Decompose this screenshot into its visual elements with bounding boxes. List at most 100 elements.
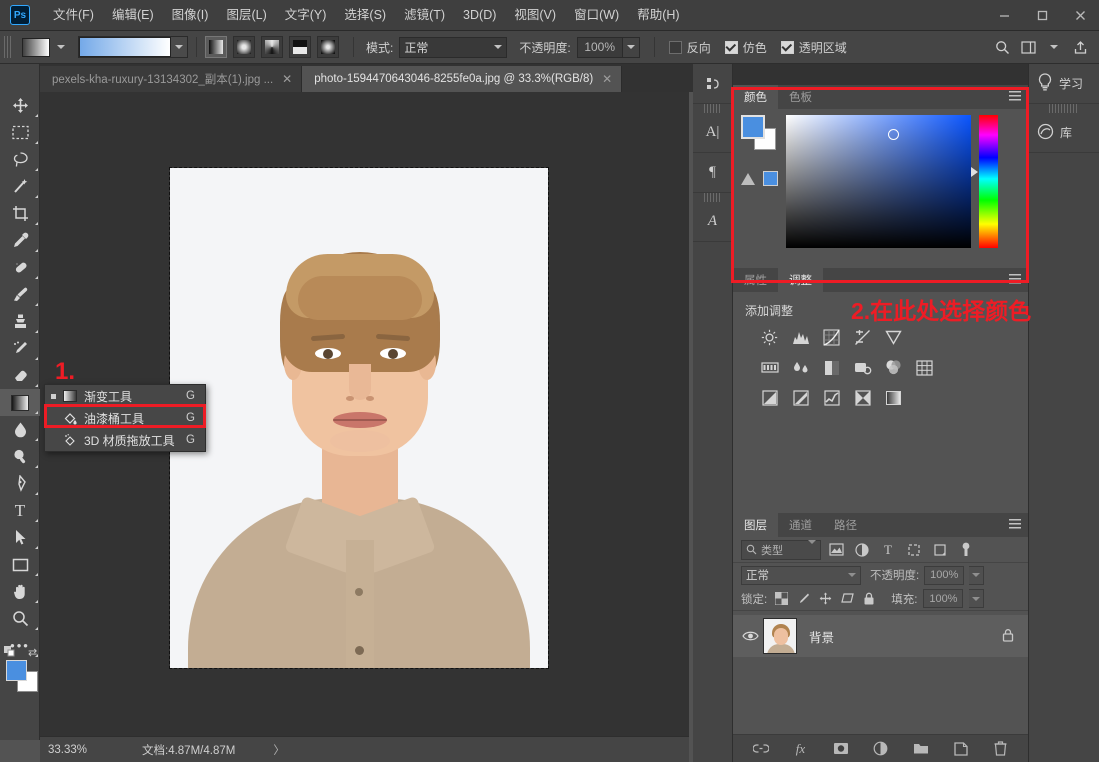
layer-visibility-icon[interactable] [737,630,763,642]
layer-thumbnail[interactable] [763,618,797,654]
dock-item-libraries[interactable]: 库 [1029,113,1099,153]
blur-tool[interactable] [0,416,40,443]
gradient-preview-picker[interactable] [78,36,188,58]
menu-filter[interactable]: 滤镜(T) [395,0,454,31]
exposure-icon[interactable] [852,327,873,348]
history-icon[interactable] [693,64,732,104]
menu-select[interactable]: 选择(S) [335,0,395,31]
current-color-preview[interactable] [763,171,778,186]
chevron-down-icon[interactable] [1041,35,1067,59]
lasso-tool[interactable] [0,146,40,173]
adjustment-icon[interactable] [872,740,890,758]
filter-shape-icon[interactable] [903,540,925,560]
flyout-item-3d-material-drop-tool[interactable]: 3D 材质拖放工具 G [45,429,205,451]
reverse-checkbox-group[interactable]: 反向 [669,39,711,56]
fx-icon[interactable]: fx [792,740,810,758]
delete-icon[interactable] [992,740,1010,758]
new-layer-icon[interactable] [952,740,970,758]
paragraph-icon[interactable]: ¶ [693,153,732,193]
color-balance-icon[interactable] [790,357,811,378]
dodge-tool[interactable] [0,443,40,470]
gradient-tool[interactable] [0,389,40,416]
gradient-tool-preset[interactable] [22,38,72,57]
black-white-icon[interactable] [821,357,842,378]
hand-tool[interactable] [0,578,40,605]
clone-stamp-tool[interactable] [0,308,40,335]
glyphs-icon[interactable]: A [693,202,732,242]
move-tool[interactable] [0,92,40,119]
crop-tool[interactable] [0,200,40,227]
zoom-tool[interactable] [0,605,40,632]
tab-swatches[interactable]: 色板 [778,85,823,109]
layer-opacity-value[interactable]: 100% [924,566,964,585]
close-button[interactable] [1061,0,1099,31]
eyedropper-tool[interactable] [0,227,40,254]
dock-grip[interactable] [704,104,721,113]
levels-icon[interactable] [790,327,811,348]
hue-slider[interactable] [979,115,998,248]
color-swatches[interactable]: ⇄ [6,660,36,690]
magic-wand-tool[interactable] [0,173,40,200]
workspace-icon[interactable] [1015,35,1041,59]
dock-item-learn[interactable]: 学习 [1029,64,1099,104]
hue-slider-handle[interactable] [971,167,978,177]
lock-all-icon[interactable] [861,591,877,607]
menu-help[interactable]: 帮助(H) [628,0,688,31]
search-icon[interactable] [989,35,1015,59]
tab-paths[interactable]: 路径 [823,513,868,537]
tab-adjustments[interactable]: 调整 [778,268,823,292]
brush-tool[interactable] [0,281,40,308]
document-tab-2[interactable]: photo-1594470643046-8255fe0a.jpg @ 33.3%… [302,66,622,92]
radial-gradient-button[interactable] [233,36,255,58]
saturation-value-field[interactable] [786,115,971,248]
layer-opacity-stepper[interactable] [969,566,984,585]
chevron-down-icon[interactable] [171,37,187,57]
transparency-checkbox[interactable] [781,41,794,54]
close-icon[interactable]: ✕ [602,72,612,86]
zoom-level[interactable]: 33.33% [40,744,100,756]
pen-tool[interactable] [0,470,40,497]
menu-image[interactable]: 图像(I) [163,0,218,31]
marquee-tool[interactable] [0,119,40,146]
filter-toggle-icon[interactable] [955,540,977,560]
channel-mixer-icon[interactable] [883,357,904,378]
dock-grip[interactable] [1049,104,1079,113]
history-brush-tool[interactable] [0,335,40,362]
reverse-checkbox[interactable] [669,41,682,54]
menu-type[interactable]: 文字(Y) [276,0,336,31]
gradient-map-icon[interactable] [883,387,904,408]
panel-menu-icon[interactable] [1009,519,1021,529]
path-selection-tool[interactable] [0,524,40,551]
panel-menu-icon[interactable] [1009,91,1021,101]
transparency-checkbox-group[interactable]: 透明区域 [781,39,847,56]
filter-pixel-icon[interactable] [825,540,847,560]
opacity-stepper[interactable] [623,37,640,58]
mask-icon[interactable] [832,740,850,758]
maximize-button[interactable] [1023,0,1061,31]
tab-properties[interactable]: 属性 [733,268,778,292]
diamond-gradient-button[interactable] [317,36,339,58]
color-panel-swatches[interactable] [741,115,775,149]
healing-brush-tool[interactable] [0,254,40,281]
layer-blend-mode-select[interactable]: 正常 [741,566,861,585]
foreground-color-swatch[interactable] [6,660,27,681]
color-picker-cursor[interactable] [888,129,899,140]
threshold-icon[interactable] [821,387,842,408]
chevron-down-icon[interactable] [57,45,65,49]
menu-layer[interactable]: 图层(L) [217,0,275,31]
layer-name[interactable]: 背景 [809,627,834,646]
character-icon[interactable]: A| [693,113,732,153]
tab-channels[interactable]: 通道 [778,513,823,537]
filter-smart-object-icon[interactable] [929,540,951,560]
menu-file[interactable]: 文件(F) [44,0,103,31]
lock-nesting-icon[interactable] [839,591,855,607]
flyout-item-gradient-tool[interactable]: 渐变工具 G [45,385,205,407]
filter-type-icon[interactable]: T [877,540,899,560]
menu-window[interactable]: 窗口(W) [565,0,628,31]
status-expand-icon[interactable]: 〉 [273,742,285,758]
dither-checkbox[interactable] [725,41,738,54]
document-canvas[interactable] [170,168,548,668]
menu-view[interactable]: 视图(V) [505,0,565,31]
lock-transparent-pixels-icon[interactable] [773,591,789,607]
out-of-gamut-icon[interactable] [741,173,755,185]
